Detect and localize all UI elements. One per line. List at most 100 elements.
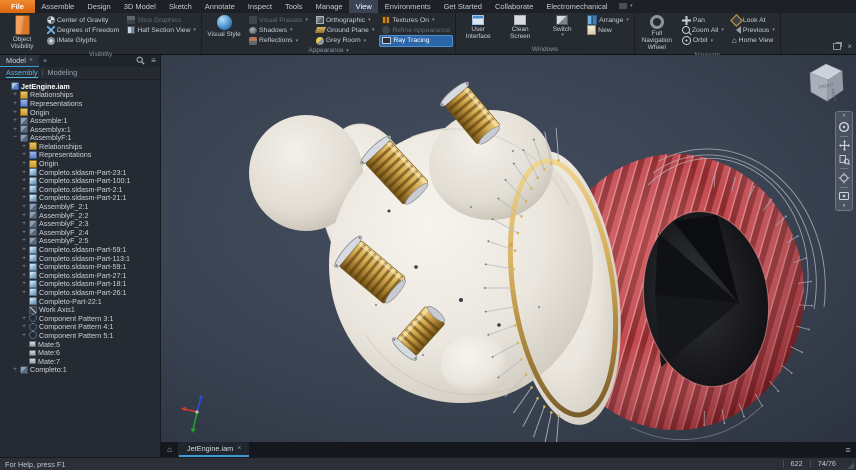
reflections-button[interactable]: Reflections ▾ <box>247 36 310 46</box>
expander-icon[interactable]: + <box>12 117 18 124</box>
expander-icon[interactable]: + <box>21 323 27 330</box>
menu-tab-annotate[interactable]: Annotate <box>198 0 241 13</box>
half-section-view-caret-icon[interactable]: ▾ <box>194 27 197 33</box>
expander-icon[interactable]: + <box>21 151 27 158</box>
tree-item-completo-sldasm-part-2-1[interactable]: + Completo.sldasm-Part-2:1 <box>0 185 160 194</box>
switch-caret-icon[interactable]: ▾ <box>561 32 564 39</box>
expander-icon[interactable]: + <box>21 169 27 176</box>
jet-engine-model[interactable] <box>161 55 856 443</box>
menu-tab-collaborate[interactable]: Collaborate <box>488 0 539 13</box>
ground-plane-button[interactable]: Ground Plane ▾ <box>314 25 376 35</box>
tree-item-completo-sldasm-part-113-1[interactable]: + Completo.sldasm-Part-113:1 <box>0 254 160 263</box>
tree-item-relationships[interactable]: + Relationships <box>0 90 160 99</box>
expander-icon[interactable]: + <box>21 263 27 270</box>
arrange-button[interactable]: Arrange ▾ <box>585 15 631 26</box>
tree-item-completo-sldasm-part-27-1[interactable]: + Completo.sldasm-Part-27:1 <box>0 271 160 280</box>
full-navigation-wheel-button[interactable]: Full Navigation Wheel <box>638 14 676 51</box>
ray-tracing-button[interactable]: Ray Tracing <box>379 34 454 47</box>
tree-item-assemblyf-2-2[interactable]: + AssemblyF_2:2 <box>0 211 160 220</box>
close-document-icon[interactable]: × <box>847 42 852 51</box>
object-visibility-button[interactable]: Object Visibility <box>3 14 41 50</box>
document-tab-jetengine[interactable]: JetEngine.iam × <box>179 442 250 458</box>
ground-plane-caret-icon[interactable]: ▾ <box>372 27 375 33</box>
menu-tab-environments[interactable]: Environments <box>378 0 437 13</box>
home-view-button[interactable]: ⌂ Home View <box>730 36 777 46</box>
appearance-group-caret-icon[interactable]: ▾ <box>346 48 349 54</box>
expander-icon[interactable]: + <box>21 255 27 262</box>
document-tab-close-icon[interactable]: × <box>237 445 241 452</box>
menu-tab-manage[interactable]: Manage <box>309 0 349 13</box>
tree-item-completo-sldasm-part-100-1[interactable]: + Completo.sldasm-Part-100:1 <box>0 176 160 185</box>
tree-item-assemblyf-2-3[interactable]: + AssemblyF_2:3 <box>0 219 160 228</box>
expander-icon[interactable]: + <box>12 100 18 107</box>
imate-glyphs-button[interactable]: iMate Glyphs <box>45 36 121 46</box>
menu-tab-design[interactable]: Design <box>81 0 117 13</box>
orbit-icon[interactable] <box>838 172 850 184</box>
orthographic-button[interactable]: Orthographic ▾ <box>314 15 376 25</box>
expander-icon[interactable]: + <box>21 280 27 287</box>
tree-item-completo-1[interactable]: + Completo:1 <box>0 365 160 374</box>
expander-icon[interactable]: + <box>21 203 27 210</box>
expander-icon[interactable]: + <box>21 229 27 236</box>
textures-on-caret-icon[interactable]: ▾ <box>432 17 435 23</box>
tree-item-completo-sldasm-part-59-1[interactable]: + Completo.sldasm-Part-59:1 <box>0 262 160 271</box>
navigation-wheel-icon[interactable] <box>838 121 850 133</box>
visual-style-button[interactable]: Visual Style <box>205 14 243 38</box>
tree-item-component-pattern-4-1[interactable]: + Component Pattern 4:1 <box>0 322 160 331</box>
degrees-of-freedom-button[interactable]: Degrees of Freedom <box>45 25 121 35</box>
tree-item-completo-sldasm-part-26-1[interactable]: + Completo.sldasm-Part-26:1 <box>0 288 160 297</box>
expander-icon[interactable]: + <box>21 246 27 253</box>
switch-button[interactable]: Switch ▾ <box>543 14 581 39</box>
textures-on-button[interactable]: Textures On ▾ <box>380 15 452 25</box>
tree-item-assemble-1[interactable]: + Assemble:1 <box>0 116 160 125</box>
shadows-button[interactable]: Shadows ▾ <box>247 25 310 35</box>
previous-view-caret-icon[interactable]: ▾ <box>772 27 775 33</box>
expander-icon[interactable]: + <box>21 289 27 296</box>
expander-icon[interactable]: + <box>21 272 27 279</box>
tree-item-origin[interactable]: + Origin <box>0 159 160 168</box>
menu-tab-3d-model[interactable]: 3D Model <box>117 0 162 13</box>
tree-item-representations[interactable]: + Representations <box>0 99 160 108</box>
tree-item-completo-sldasm-part-21-1[interactable]: + Completo.sldasm-Part-21:1 <box>0 193 160 202</box>
expander-icon[interactable]: + <box>21 160 27 167</box>
expander-icon[interactable]: + <box>21 315 27 322</box>
expander-icon[interactable]: + <box>21 186 27 193</box>
tree-item-assemblyf-2-5[interactable]: + AssemblyF_2:5 <box>0 236 160 245</box>
expander-icon[interactable]: + <box>12 109 18 116</box>
tree-item-component-pattern-3-1[interactable]: + Component Pattern 3:1 <box>0 314 160 323</box>
tree-item-completo-sldasm-part-18-1[interactable]: + Completo.sldasm-Part-18:1 <box>0 279 160 288</box>
pan-button[interactable]: Pan <box>680 15 726 25</box>
clean-screen-button[interactable]: Clean Screen <box>501 14 539 40</box>
expander-icon[interactable]: + <box>12 126 18 133</box>
tree-item-assemblyf-2-4[interactable]: + AssemblyF_2:4 <box>0 228 160 237</box>
menu-tab-get-started[interactable]: Get Started <box>437 0 488 13</box>
resize-grip[interactable] <box>847 462 854 470</box>
user-interface-button[interactable]: User Interface <box>459 14 497 40</box>
mode-tab-modeling[interactable]: Modeling <box>48 68 78 77</box>
tree-item-work-axis1[interactable]: Work Axis1 <box>0 305 160 314</box>
new-window-button[interactable]: New <box>585 25 631 36</box>
expander-icon[interactable]: + <box>21 143 27 150</box>
menu-tab-inspect[interactable]: Inspect <box>241 0 278 13</box>
expander-icon[interactable]: + <box>21 237 27 244</box>
tree-item-assemblyf-1[interactable]: − AssemblyF:1 <box>0 133 160 142</box>
pan-hand-icon[interactable] <box>838 139 850 151</box>
center-of-gravity-button[interactable]: Center of Gravity <box>45 15 121 25</box>
tree-item-assemblyf-2-1[interactable]: + AssemblyF_2:1 <box>0 202 160 211</box>
look-at-button[interactable]: Look At <box>729 13 777 27</box>
appearance-group-label[interactable]: Appearance ▾ <box>205 46 452 55</box>
orthographic-caret-icon[interactable]: ▾ <box>368 17 371 23</box>
tree-item-assemblyx-1[interactable]: + Assemblyx:1 <box>0 125 160 134</box>
expander-icon[interactable]: − <box>12 134 18 141</box>
tree-item-mate-7[interactable]: Mate:7 <box>0 357 160 366</box>
viewcube[interactable]: FRONT RIGHT <box>804 59 848 107</box>
restore-window-icon[interactable] <box>833 42 842 50</box>
viewport-3d[interactable]: FRONT RIGHT ✕ ▾ <box>161 54 856 443</box>
expander-icon[interactable]: + <box>12 366 18 373</box>
windows-group-label[interactable]: Windows <box>459 45 631 54</box>
menu-tab-sketch[interactable]: Sketch <box>162 0 198 13</box>
tree-item-completo-sldasm-part-23-1[interactable]: + Completo.sldasm-Part-23:1 <box>0 168 160 177</box>
orbit-caret-icon[interactable]: ▾ <box>711 38 714 44</box>
expander-icon[interactable]: + <box>21 177 27 184</box>
tree-item-mate-6[interactable]: Mate:6 <box>0 348 160 357</box>
